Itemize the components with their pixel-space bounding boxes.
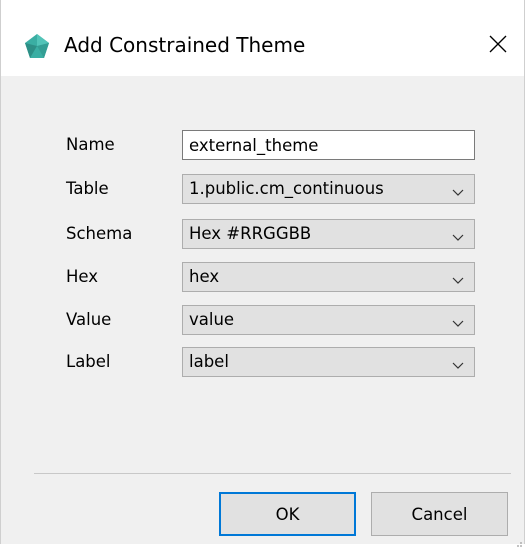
value-row: Value value <box>1 305 524 335</box>
name-label: Name <box>66 135 115 154</box>
close-button[interactable] <box>471 26 525 66</box>
cancel-button[interactable]: Cancel <box>371 492 508 536</box>
table-label: Table <box>66 179 109 198</box>
close-icon <box>488 34 508 58</box>
value-select[interactable]: value <box>182 305 475 335</box>
schema-row: Schema Hex #RRGGBB <box>1 219 524 249</box>
name-row: Name <box>1 130 524 160</box>
hex-label: Hex <box>66 267 99 286</box>
table-select[interactable]: 1.public.cm_continuous <box>182 174 475 204</box>
dialog-title: Add Constrained Theme <box>64 33 306 57</box>
title-bar: Add Constrained Theme <box>1 0 524 76</box>
hex-select-value: hex <box>189 267 220 286</box>
label-select[interactable]: label <box>182 347 475 377</box>
chevron-down-icon <box>451 229 465 241</box>
name-input[interactable] <box>182 130 475 160</box>
diamond-logo-icon <box>24 33 50 59</box>
label-label: Label <box>66 352 111 371</box>
hex-row: Hex hex <box>1 262 524 292</box>
value-label: Value <box>66 310 112 329</box>
schema-select[interactable]: Hex #RRGGBB <box>182 219 475 249</box>
chevron-down-icon <box>451 315 465 327</box>
label-select-value: label <box>189 352 229 371</box>
resize-grip-icon[interactable] <box>513 533 523 547</box>
schema-select-value: Hex #RRGGBB <box>189 224 312 243</box>
table-select-value: 1.public.cm_continuous <box>189 179 384 198</box>
chevron-down-icon <box>451 357 465 369</box>
hex-select[interactable]: hex <box>182 262 475 292</box>
ok-button[interactable]: OK <box>219 492 356 536</box>
table-row: Table 1.public.cm_continuous <box>1 174 524 204</box>
label-row: Label label <box>1 347 524 377</box>
schema-label: Schema <box>66 224 133 243</box>
add-constrained-theme-dialog: Add Constrained Theme Name Table 1.publi… <box>0 0 525 547</box>
chevron-down-icon <box>451 184 465 196</box>
chevron-down-icon <box>451 272 465 284</box>
value-select-value: value <box>189 310 235 329</box>
separator <box>34 473 511 474</box>
